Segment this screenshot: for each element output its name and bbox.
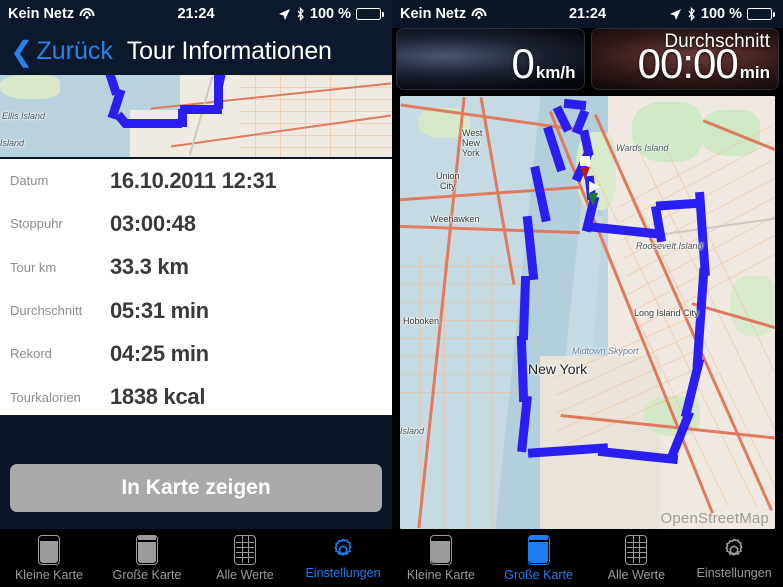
status-bar-left: Kein Netz <box>400 6 487 22</box>
battery-percent-label: 100 % <box>309 6 351 22</box>
tab-einstellungen[interactable]: Einstellungen <box>685 529 783 587</box>
chevron-left-icon: ❮ <box>10 35 34 67</box>
status-bar: Kein Netz 21:24 100 % <box>392 0 783 28</box>
battery-percent-label: 100 % <box>700 6 742 22</box>
row-key: Stoppuhr <box>10 216 63 232</box>
average-gauge-caption: Durchschnitt <box>664 31 770 52</box>
row-key: Durchschnitt <box>10 303 83 319</box>
small-route-map[interactable]: Ellis Island Island <box>0 75 392 157</box>
table-row: Tourkalorien 1838 kcal <box>0 375 392 418</box>
table-grid-icon <box>625 534 648 565</box>
route-start-marker[interactable] <box>580 174 606 208</box>
tab-kleine-karte[interactable]: Kleine Karte <box>0 529 98 587</box>
tab-kleine-karte[interactable]: Kleine Karte <box>392 529 490 587</box>
status-bar-left: Kein Netz <box>8 6 95 22</box>
row-key: Tourkalorien <box>10 389 81 405</box>
tab-label: Alle Werte <box>216 567 274 582</box>
row-key: Tour km <box>10 259 57 275</box>
row-value: 05:31 min <box>110 297 209 323</box>
row-value: 03:00:48 <box>110 210 196 236</box>
tab-bar: Kleine Karte Große Karte Alle Werte Eins… <box>0 529 392 587</box>
table-row: Rekord 04:25 min <box>0 332 392 375</box>
tab-label: Kleine Karte <box>406 567 475 582</box>
row-value: 33.3 km <box>110 254 189 280</box>
wifi-icon <box>79 8 95 20</box>
large-map-icon <box>136 534 158 565</box>
tab-einstellungen[interactable]: Einstellungen <box>294 529 392 587</box>
row-value: 16.10.2011 12:31 <box>110 167 277 193</box>
tab-label: Kleine Karte <box>14 567 84 582</box>
left-screen-tour-information: Kein Netz 21:24 100 % ❮ Zurück Tour Info… <box>0 0 392 587</box>
battery-full-icon <box>747 8 775 20</box>
speed-value: 0 <box>511 40 534 87</box>
tab-label: Große Karte <box>112 567 182 582</box>
tab-grosse-karte[interactable]: Große Karte <box>490 529 588 587</box>
small-map-icon <box>38 534 60 565</box>
bluetooth-icon <box>687 7 696 21</box>
table-grid-icon <box>234 534 256 565</box>
carrier-label: Kein Netz <box>8 6 75 22</box>
navigation-bar: ❮ Zurück Tour Informationen <box>0 28 392 75</box>
tour-data-table: Datum 16.10.2011 12:31 Stoppuhr 03:00:48… <box>0 157 392 417</box>
gear-icon <box>330 537 356 563</box>
dual-screenshot-comparison: Kein Netz 21:24 100 % ❮ Zurück Tour Info… <box>0 0 783 587</box>
average-unit: min <box>739 63 770 82</box>
tab-label: Einstellungen <box>696 565 772 580</box>
table-row: Datum 16.10.2011 12:31 <box>0 159 392 202</box>
gear-icon <box>721 537 747 563</box>
gauge-row: 0 km/h Durchschnitt 00:00 min <box>392 28 783 90</box>
location-arrow-icon <box>278 8 291 21</box>
large-map-icon <box>527 534 550 565</box>
right-screen-large-map: Kein Netz 21:24 100 % 0 km/h Durchschnit… <box>392 0 783 587</box>
row-value: 1838 kcal <box>110 384 206 410</box>
location-arrow-icon <box>669 8 682 21</box>
tab-alle-werte[interactable]: Alle Werte <box>196 529 294 587</box>
back-button-label: Zurück <box>36 37 113 65</box>
small-map-icon <box>429 534 452 565</box>
page-title: Tour Informationen <box>126 37 332 65</box>
battery-full-icon <box>356 8 384 20</box>
table-row: Tour km 33.3 km <box>0 246 392 289</box>
tab-alle-werte[interactable]: Alle Werte <box>588 529 686 587</box>
map-tiles <box>0 75 392 157</box>
tab-bar: Kleine Karte Große Karte Alle Werte Eins… <box>392 529 783 587</box>
carrier-label: Kein Netz <box>400 6 467 22</box>
row-key: Rekord <box>10 346 52 362</box>
row-value: 04:25 min <box>110 340 209 366</box>
table-row: Durchschnitt 05:31 min <box>0 289 392 332</box>
speed-gauge[interactable]: 0 km/h <box>396 28 585 90</box>
show-on-map-button[interactable]: In Karte zeigen <box>10 464 382 512</box>
table-row: Stoppuhr 03:00:48 <box>0 202 392 245</box>
back-button[interactable]: ❮ Zurück <box>10 37 113 66</box>
status-bar-right: 100 % <box>278 6 384 22</box>
speed-gauge-readout: 0 km/h <box>511 43 583 89</box>
wifi-icon <box>471 8 487 20</box>
average-gauge[interactable]: Durchschnitt 00:00 min <box>590 28 779 90</box>
speed-unit: km/h <box>535 63 576 82</box>
tab-label: Große Karte <box>504 567 574 582</box>
status-bar-right: 100 % <box>669 6 775 22</box>
tab-grosse-karte[interactable]: Große Karte <box>98 529 196 587</box>
tab-label: Alle Werte <box>607 567 666 582</box>
tab-label: Einstellungen <box>305 565 381 580</box>
openstreetmap-attribution: OpenStreetMap <box>660 510 769 527</box>
bluetooth-icon <box>296 7 305 21</box>
row-key: Datum <box>10 173 49 189</box>
large-route-map[interactable]: West New York Union City Weehawken Hobok… <box>400 96 775 529</box>
status-bar: Kein Netz 21:24 100 % <box>0 0 392 28</box>
